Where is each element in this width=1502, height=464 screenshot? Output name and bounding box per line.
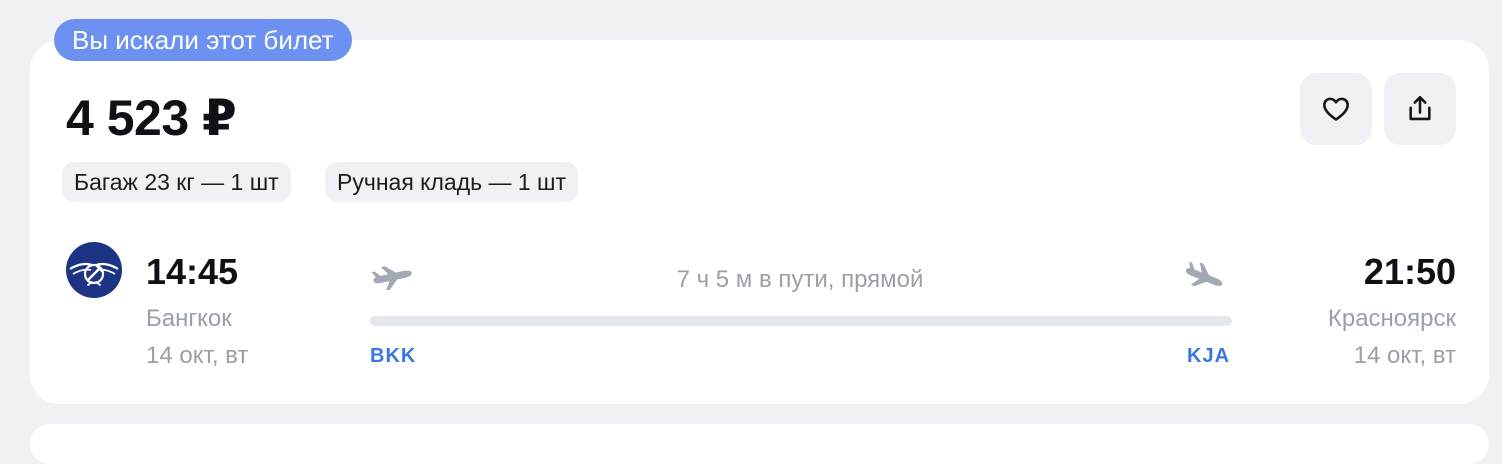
flight-duration: 7 ч 5 м в пути, прямой: [676, 266, 924, 293]
departure-time: 14:45: [146, 251, 239, 292]
share-button[interactable]: [1384, 73, 1456, 145]
next-ticket-card[interactable]: [30, 424, 1489, 464]
arrival-iata-code: KJA: [1187, 345, 1231, 367]
departure-city: Бангкок: [146, 305, 232, 332]
landing-plane-icon: [1185, 262, 1223, 287]
airline-logo: [66, 242, 122, 298]
carry-on-chip: Ручная кладь — 1 шт: [325, 162, 579, 202]
arrival-time: 21:50: [1363, 251, 1456, 292]
heart-icon: [1323, 97, 1349, 121]
searched-ticket-badge: Вы искали этот билет: [54, 19, 352, 61]
departure-date: 14 окт, вт: [146, 342, 249, 369]
ticket-price: 4 523 ₽: [66, 90, 237, 146]
ticket-card[interactable]: 4 523 ₽ Багаж 23 кг — 1 шт Ручная кладь …: [30, 40, 1489, 404]
favorite-button[interactable]: [1300, 73, 1372, 145]
arrival-date: 14 окт, вт: [1353, 342, 1456, 369]
arrival-city: Красноярск: [1327, 305, 1456, 332]
baggage-chip: Багаж 23 кг — 1 шт: [62, 162, 291, 202]
flight-route-track: [370, 316, 1232, 326]
share-icon: [1409, 96, 1431, 121]
departure-iata-code: BKK: [370, 345, 417, 367]
